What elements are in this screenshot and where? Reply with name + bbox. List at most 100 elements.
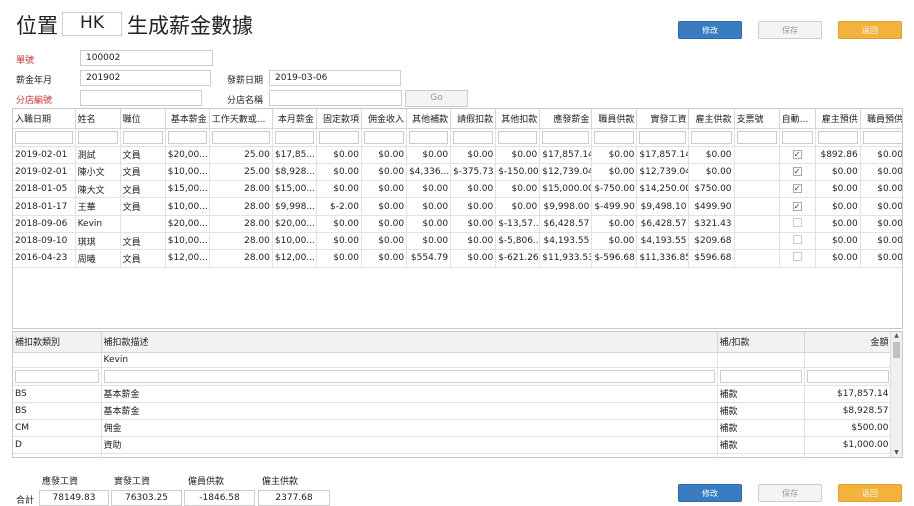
staff-cell[interactable]: 2018-01-17 — [13, 197, 76, 216]
detail-cell[interactable]: H — [13, 453, 102, 457]
detail-row[interactable]: BS 基本薪金 補款 $17,857.14 — [13, 385, 892, 403]
staff-cell[interactable]: 文員 — [120, 249, 166, 268]
staff-cell[interactable]: $0.00 — [591, 146, 638, 164]
staff-cell[interactable]: 25.00 — [209, 146, 273, 164]
period-field[interactable]: 201902 — [80, 70, 211, 86]
detail-cell[interactable]: 基本薪金 — [101, 402, 718, 420]
staff-cell[interactable]: 測試 — [75, 146, 121, 164]
staff-cell[interactable]: $0.00 — [406, 232, 452, 251]
col-header[interactable]: 其他扣款 — [495, 109, 541, 129]
staff-cell[interactable]: $0.00 — [495, 180, 541, 199]
col-header[interactable]: 支票號 — [734, 109, 780, 129]
branch-name-field[interactable] — [269, 90, 402, 106]
staff-cell[interactable]: 文員 — [120, 197, 166, 216]
staff-cell[interactable]: $20,00... — [272, 215, 317, 233]
auto-checkbox-cell[interactable]: ✓ — [779, 197, 816, 216]
staff-cell[interactable]: 文員 — [120, 180, 166, 199]
staff-cell[interactable]: 2019-02-01 — [13, 146, 76, 164]
staff-cell[interactable]: Kevin — [75, 215, 121, 233]
filter-cell[interactable] — [495, 128, 541, 147]
staff-cell[interactable]: $8,928.... — [272, 163, 317, 182]
staff-cell[interactable]: $0.00 — [860, 232, 902, 251]
staff-cell[interactable]: $12,739.04 — [539, 163, 593, 182]
detail-row[interactable]: D 資助 補款 $1,000.00 — [13, 436, 892, 454]
staff-cell[interactable]: 28.00 — [209, 249, 273, 268]
staff-cell[interactable] — [734, 163, 780, 182]
staff-cell[interactable]: $0.00 — [316, 146, 363, 164]
staff-cell[interactable]: $0.00 — [860, 215, 902, 233]
back-button-bottom[interactable]: 返回 — [838, 484, 902, 502]
edit-button[interactable]: 修改 — [678, 21, 742, 39]
detail-cell[interactable]: $17,857.14 — [804, 385, 892, 403]
staff-cell[interactable]: 28.00 — [209, 197, 273, 216]
staff-cell[interactable] — [734, 197, 780, 216]
col-header[interactable]: 補/扣款 — [717, 332, 805, 353]
staff-cell[interactable]: $4,193.55 — [636, 232, 690, 251]
col-header[interactable]: 金額 — [804, 332, 892, 353]
filter-cell[interactable] — [779, 128, 816, 147]
staff-cell[interactable]: $750.00 — [688, 180, 735, 199]
staff-cell[interactable]: 文員 — [120, 232, 166, 251]
staff-cell[interactable]: $0.00 — [316, 180, 363, 199]
col-header[interactable]: 補扣款描述 — [101, 332, 718, 353]
scroll-down-icon[interactable]: ▼ — [891, 449, 902, 457]
staff-cell[interactable]: $0.00 — [688, 163, 735, 182]
detail-cell[interactable]: $300.00 — [804, 453, 892, 457]
staff-cell[interactable]: $0.00 — [860, 163, 902, 182]
staff-row[interactable]: 2018-01-17 王華 文員 $10,00... 28.00 $9,998.... $-… — [13, 197, 902, 216]
detail-cell[interactable]: 佣金 — [101, 419, 718, 437]
filter-cell[interactable] — [860, 128, 902, 147]
pay-date-field[interactable]: 2019-03-06 — [269, 70, 401, 86]
staff-cell[interactable]: 文員 — [120, 163, 166, 182]
detail-cell[interactable]: 補款 — [717, 453, 805, 457]
auto-checkbox-cell[interactable]: ✓ — [779, 146, 816, 164]
staff-cell[interactable]: $-2.00 — [316, 197, 363, 216]
staff-cell[interactable]: $0.00 — [316, 163, 363, 182]
filter-cell[interactable] — [450, 128, 497, 147]
staff-cell[interactable]: $-375.73 — [450, 163, 497, 182]
staff-cell[interactable]: $15,000.00 — [539, 180, 593, 199]
col-header[interactable]: 其他補款 — [406, 109, 452, 129]
auto-checkbox[interactable] — [792, 235, 802, 245]
staff-cell[interactable]: $0.00 — [450, 215, 497, 233]
staff-row[interactable]: 2018-09-06 Kevin $20,00... 28.00 $20,00... $0… — [13, 215, 902, 233]
staff-cell[interactable]: $15,00... — [272, 180, 317, 199]
save-button[interactable]: 保存 — [758, 21, 822, 39]
staff-cell[interactable]: $0.00 — [591, 163, 638, 182]
filter-cell[interactable] — [804, 367, 892, 386]
auto-checkbox-cell[interactable] — [779, 249, 816, 268]
auto-checkbox-cell[interactable] — [779, 232, 816, 251]
location-field[interactable]: HK — [62, 12, 122, 36]
staff-cell[interactable]: $0.00 — [361, 249, 408, 268]
staff-cell[interactable]: $15,00... — [165, 180, 210, 199]
detail-scrollbar[interactable]: ▲ ▼ — [890, 332, 902, 457]
staff-cell[interactable]: $321.43 — [688, 215, 735, 233]
staff-cell[interactable]: $-13,57... — [495, 215, 541, 233]
staff-cell[interactable]: $0.00 — [815, 163, 861, 182]
auto-checkbox[interactable] — [792, 252, 802, 262]
staff-cell[interactable]: $12,00... — [272, 249, 317, 268]
staff-cell[interactable]: $-621.26 — [495, 249, 541, 268]
staff-cell[interactable]: $0.00 — [815, 232, 861, 251]
col-header[interactable]: 工作天數或... — [209, 109, 273, 129]
staff-cell[interactable]: $10,00... — [165, 197, 210, 216]
scroll-up-icon[interactable]: ▲ — [891, 332, 902, 340]
staff-cell[interactable]: $9,998.00 — [539, 197, 593, 216]
staff-cell[interactable]: $0.00 — [406, 197, 452, 216]
back-button[interactable]: 返回 — [838, 21, 902, 39]
auto-checkbox-cell[interactable]: ✓ — [779, 180, 816, 199]
filter-cell[interactable] — [101, 367, 718, 386]
staff-cell[interactable]: $0.00 — [450, 249, 497, 268]
staff-cell[interactable]: $10,00... — [165, 232, 210, 251]
staff-cell[interactable]: $20,00... — [165, 215, 210, 233]
staff-cell[interactable]: $0.00 — [860, 180, 902, 199]
staff-cell[interactable]: 陳小文 — [75, 163, 121, 182]
staff-cell[interactable]: $0.00 — [316, 215, 363, 233]
col-header[interactable]: 自動... — [779, 109, 816, 129]
staff-cell[interactable]: $554.79 — [406, 249, 452, 268]
staff-cell[interactable]: $-499.90 — [591, 197, 638, 216]
staff-cell[interactable]: $6,428.57 — [539, 215, 593, 233]
staff-cell[interactable]: $499.90 — [688, 197, 735, 216]
detail-row[interactable]: BS 基本薪金 補款 $8,928.57 — [13, 402, 892, 420]
staff-cell[interactable]: $0.00 — [316, 232, 363, 251]
